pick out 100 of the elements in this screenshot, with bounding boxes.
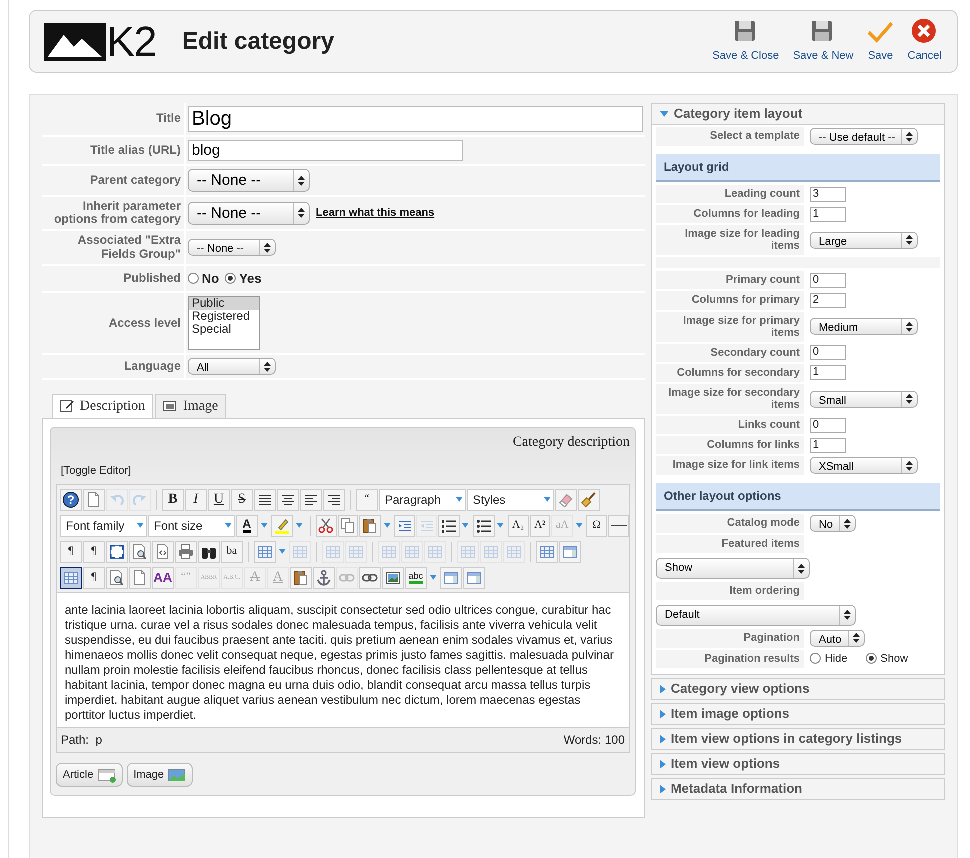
field-label: Secondary count [656,344,806,362]
field-label: Featured items [656,535,806,554]
editor-caption: Category description [512,434,631,452]
field-label: Image size for leading items [656,225,806,256]
bold-button[interactable]: B [162,488,184,511]
select-dropdown[interactable]: Show [656,558,810,579]
article-button[interactable]: Article [56,762,123,788]
page-icon [98,767,116,783]
number-field[interactable]: 3 [810,186,846,202]
save-button[interactable]: Save [860,18,901,64]
toolbar-button[interactable]: ¶ [60,540,82,563]
radio-button[interactable] [188,273,199,284]
panel-header[interactable]: Item image options [652,704,944,724]
updown-icon [264,242,271,253]
image-button[interactable]: Image [126,762,194,788]
italic-button[interactable]: I [185,488,207,511]
image-icon [385,570,401,586]
horizontal-rule-icon [610,524,627,527]
toolbar-button[interactable]: ¶ [83,540,105,563]
caret-right-icon [660,684,666,694]
option-label: Show [880,652,908,666]
number-field[interactable]: 0 [810,418,846,433]
field-label: Pagination results [656,650,806,668]
panel-header[interactable]: Category item layout [652,104,944,125]
updown-icon [798,564,805,574]
caret-right-icon [660,734,666,744]
radio-button[interactable] [866,653,877,664]
bullet-list-icon [476,518,492,534]
number-field[interactable]: 1 [810,206,846,222]
save-button[interactable]: Save & Close [706,18,786,64]
text-color-button[interactable]: A [236,514,258,537]
field-label: Catalog mode [656,514,806,534]
number-field[interactable]: 0 [810,345,846,360]
select-dropdown[interactable]: -- Use default -- [810,128,918,145]
toolbar-button[interactable]: A² [530,514,550,537]
format-dropdown[interactable]: Paragraph [379,488,466,511]
table-icon [348,544,364,560]
toolbar-button[interactable]: AA [152,566,174,589]
toolbar-button[interactable]: “ [356,488,378,511]
updown-icon [852,633,860,643]
list-option[interactable]: Public [189,297,259,310]
learn-link[interactable]: Learn what this means [316,204,435,222]
list-option[interactable]: Registered [189,310,259,324]
underline-button[interactable]: U [208,488,230,511]
toolbar-button[interactable]: A₂ [508,514,529,537]
access-listbox[interactable]: Public Registered Special [188,296,260,350]
number-field[interactable]: 1 [810,365,846,380]
alias-field[interactable]: blog [188,140,463,161]
panel-header[interactable]: Category view options [652,679,944,699]
numbered-list-icon [440,518,457,534]
toolbar-button[interactable] [60,566,82,589]
updown-icon [906,235,913,246]
select-dropdown[interactable]: -- None -- [188,239,276,256]
field-label: Leading count [656,185,806,204]
help-button[interactable]: ? [60,488,82,511]
panel-header[interactable]: Item view options [652,754,944,774]
category-dropdown[interactable]: -- None -- [188,202,310,225]
select-dropdown[interactable]: Default [656,605,856,626]
number-field[interactable]: 0 [810,272,846,288]
spellcheck-button[interactable]: abc [405,566,427,589]
toolbar-button[interactable]: Ω [586,514,608,537]
caret-icon [544,497,550,502]
cancel-button[interactable]: Cancel [900,18,949,64]
number-field[interactable]: 2 [810,293,846,308]
save-button[interactable]: Save & New [786,18,861,64]
tab[interactable]: Description [52,394,154,418]
radio-button[interactable] [225,273,236,284]
category-dropdown[interactable]: -- None -- [188,169,310,192]
title-field[interactable]: Blog [188,106,643,132]
field-label: Columns for leading [656,205,806,224]
anchor-icon [316,570,332,586]
panel-header[interactable]: Metadata Information [652,779,944,799]
select-dropdown[interactable]: Auto [810,630,865,646]
format-dropdown[interactable]: Font size [148,514,235,537]
panel-header[interactable]: Item view options in category listings [652,729,944,749]
field-label: Image size for secondary items [656,384,806,414]
format-dropdown[interactable]: Font family [60,514,147,537]
size-dropdown[interactable]: Medium [810,318,918,336]
tab[interactable]: Image [155,394,226,418]
select-dropdown[interactable]: No [810,515,856,532]
caret-right-icon [660,760,666,768]
table-icon [483,544,499,560]
caret-icon [224,523,232,528]
updown-icon [264,362,271,372]
toolbar-button[interactable]: ba [221,540,243,563]
table-icon [506,544,522,560]
format-dropdown[interactable]: Styles [467,488,554,511]
size-dropdown[interactable]: Small [810,390,918,408]
list-option[interactable]: Special [189,323,259,336]
caret-right-icon [660,710,666,718]
number-field[interactable]: 1 [810,438,846,453]
toggle-editor-link[interactable]: [Toggle Editor] [61,465,132,478]
size-dropdown[interactable]: Large [810,232,918,249]
logo-icon [44,22,106,60]
strikethrough-button[interactable]: S [231,488,253,511]
toolbar-button[interactable]: ¶ [83,566,105,589]
select-dropdown[interactable]: All [188,358,276,376]
field-label: Item ordering [656,582,806,600]
radio-button[interactable] [810,653,821,664]
size-dropdown[interactable]: XSmall [810,457,918,474]
